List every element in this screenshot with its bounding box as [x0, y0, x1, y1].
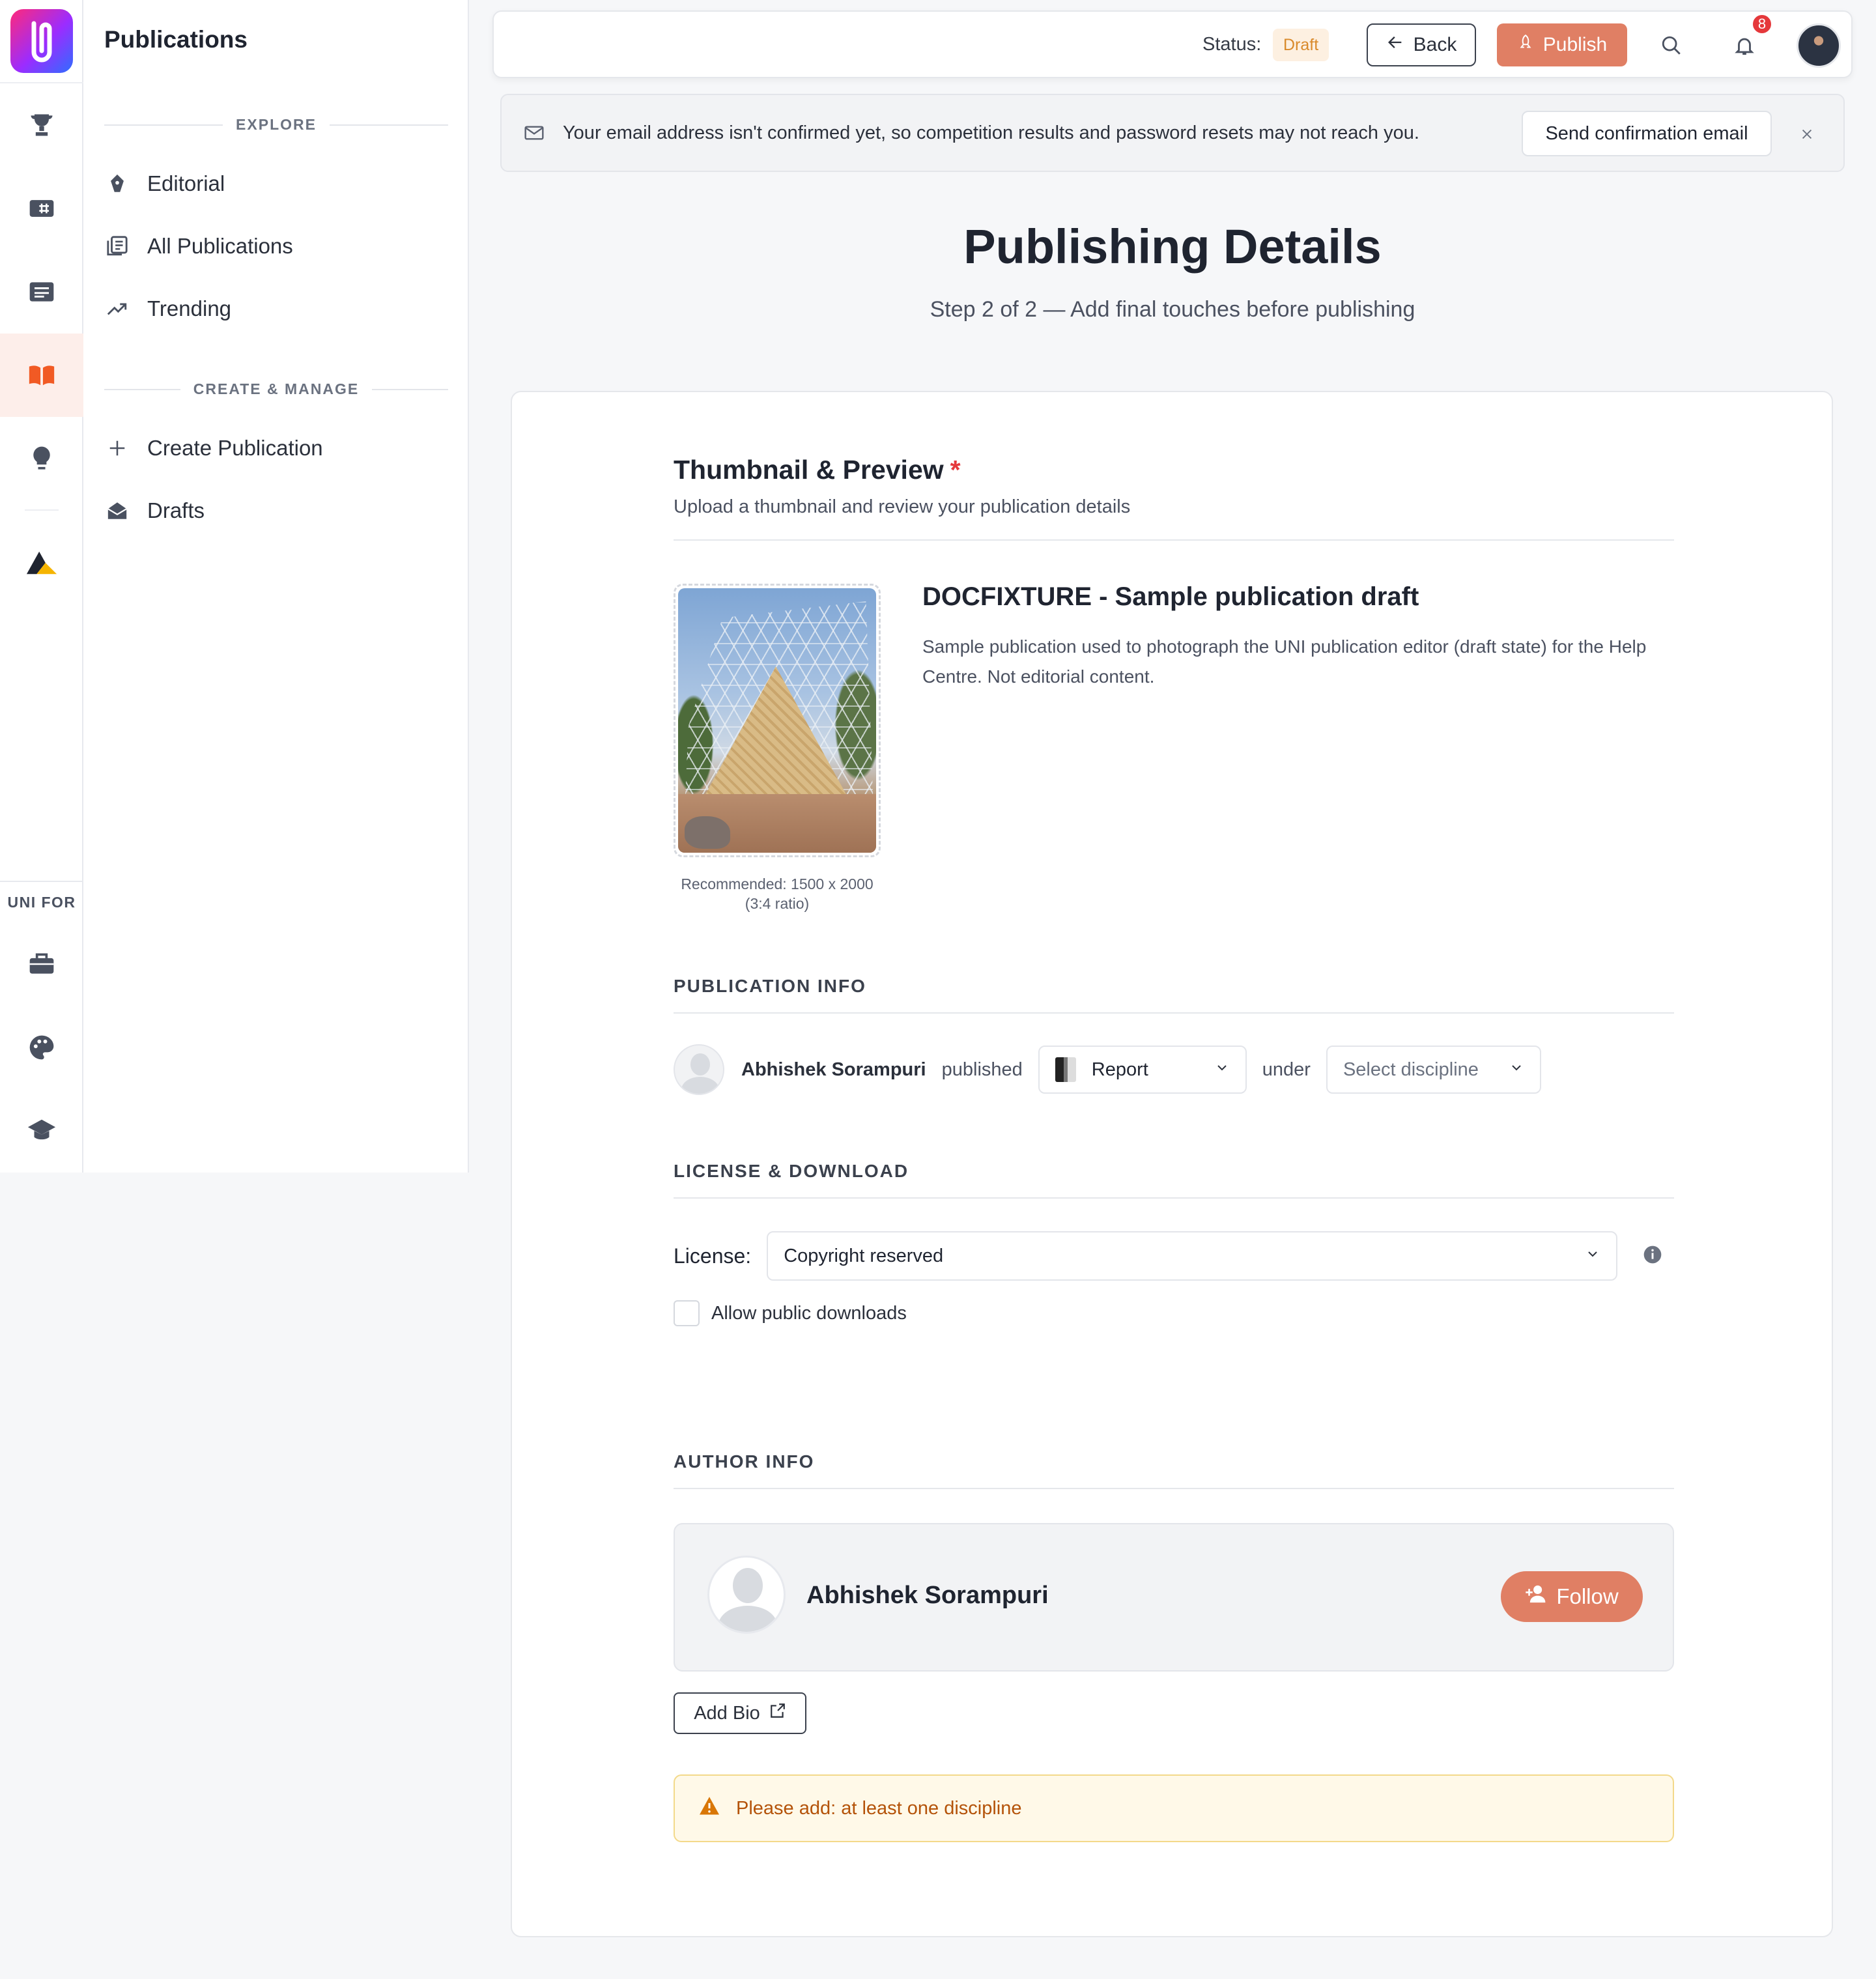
- nav-title: Publications: [104, 26, 248, 53]
- rocket-icon: [1517, 34, 1534, 56]
- briefcase-icon[interactable]: [0, 922, 83, 1006]
- add-bio-button[interactable]: Add Bio: [674, 1692, 806, 1734]
- nav-item-drafts[interactable]: Drafts: [104, 490, 205, 532]
- mail-icon: [524, 122, 545, 147]
- thumbnail-image: [678, 588, 876, 853]
- warning-icon: [698, 1796, 720, 1821]
- chevron-down-icon: [1214, 1059, 1230, 1081]
- pen-nib-icon: [104, 171, 130, 197]
- license-row: License: Copyright reserved: [674, 1231, 1674, 1281]
- publication-title: DOCFIXTURE - Sample publication draft: [922, 582, 1419, 611]
- license-heading: LICENSE & DOWNLOAD: [674, 1161, 909, 1181]
- license-label: License:: [674, 1244, 752, 1268]
- news-icon[interactable]: [0, 167, 83, 250]
- info-icon[interactable]: [1642, 1244, 1663, 1268]
- icon-rail: UNI FOR: [0, 0, 83, 1173]
- articles-icon[interactable]: [0, 250, 83, 334]
- thumbnail-section-subtitle: Upload a thumbnail and review your publi…: [674, 496, 1131, 517]
- author-name[interactable]: Abhishek Sorampuri: [741, 1059, 926, 1081]
- page-subtitle: Step 2 of 2 — Add final touches before p…: [930, 297, 1415, 322]
- publications-book-icon[interactable]: [0, 334, 83, 417]
- required-mark: *: [950, 455, 961, 485]
- search-icon[interactable]: [1657, 31, 1686, 60]
- status-badge: Draft: [1273, 29, 1329, 61]
- chevron-down-icon: [1585, 1246, 1600, 1267]
- palette-icon[interactable]: [0, 1006, 83, 1089]
- banner-message: Your email address isn't confirmed yet, …: [563, 122, 1419, 143]
- explore-section-header: EXPLORE: [104, 116, 449, 134]
- thumbnail-upload[interactable]: [674, 584, 881, 857]
- warning-message: Please add: at least one discipline: [736, 1797, 1022, 1819]
- nav-item-create-publication[interactable]: Create Publication: [104, 427, 323, 469]
- app-logo[interactable]: [10, 9, 73, 73]
- license-select[interactable]: Copyright reserved: [767, 1231, 1618, 1281]
- author-card-name[interactable]: Abhishek Sorampuri: [806, 1582, 1049, 1610]
- thumbnail-section-title: Thumbnail & Preview *: [674, 455, 961, 485]
- publication-type-select[interactable]: Report: [1038, 1046, 1247, 1094]
- back-button[interactable]: Back: [1367, 23, 1476, 66]
- report-type-icon: [1055, 1057, 1076, 1082]
- publication-info-row: Abhishek Sorampuri published Report unde…: [674, 1044, 1541, 1096]
- allow-downloads-row: Allow public downloads: [674, 1300, 907, 1326]
- publication-info-heading: PUBLICATION INFO: [674, 976, 866, 996]
- uni-for-label: UNI FOR: [7, 894, 76, 911]
- arrow-left-icon: [1386, 33, 1404, 57]
- page-title: Publishing Details: [963, 220, 1382, 274]
- chevron-down-icon: [1509, 1059, 1524, 1081]
- graduation-cap-icon[interactable]: [0, 1089, 83, 1173]
- nav-item-all-publications[interactable]: All Publications: [104, 225, 293, 267]
- close-icon[interactable]: [1797, 124, 1817, 145]
- publish-button[interactable]: Publish: [1497, 23, 1627, 66]
- send-confirmation-email-button[interactable]: Send confirmation email: [1522, 111, 1772, 156]
- partner-brand-icon[interactable]: [0, 521, 83, 605]
- trending-icon: [104, 296, 130, 322]
- thumbnail-recommendation: Recommended: 1500 x 2000 (3:4 ratio): [681, 876, 874, 912]
- publications-nav: Publications EXPLORE Editorial All Publi…: [83, 0, 469, 1173]
- author-card: Abhishek Sorampuri Follow: [674, 1523, 1674, 1672]
- divider: [674, 539, 1674, 541]
- notification-count-badge: 8: [1751, 13, 1773, 35]
- manage-section-header: CREATE & MANAGE: [104, 380, 448, 398]
- bell-icon[interactable]: [1730, 31, 1759, 60]
- envelope-open-icon: [104, 498, 130, 524]
- author-card-avatar: [707, 1556, 786, 1634]
- email-confirmation-banner: Your email address isn't confirmed yet, …: [500, 94, 1845, 172]
- ideas-bulb-icon[interactable]: [0, 417, 83, 500]
- follow-button[interactable]: Follow: [1501, 1571, 1643, 1622]
- author-avatar: [674, 1044, 724, 1095]
- competitions-trophy-icon[interactable]: [0, 83, 83, 167]
- person-add-icon: [1525, 1584, 1547, 1609]
- publishing-details-card: Thumbnail & Preview * Upload a thumbnail …: [511, 391, 1833, 1937]
- status-label: Status:: [1202, 34, 1262, 55]
- discipline-select[interactable]: Select discipline: [1326, 1046, 1541, 1094]
- publications-icon: [104, 233, 130, 259]
- allow-downloads-checkbox[interactable]: [674, 1300, 700, 1326]
- top-bar: Status: Draft Back Publish 8: [492, 10, 1853, 78]
- nav-item-trending[interactable]: Trending: [104, 288, 231, 330]
- allow-downloads-label: Allow public downloads: [711, 1302, 907, 1324]
- external-link-icon: [769, 1702, 786, 1724]
- discipline-warning: Please add: at least one discipline: [674, 1774, 1674, 1842]
- plus-icon: [104, 435, 130, 461]
- author-info-heading: AUTHOR INFO: [674, 1451, 815, 1472]
- publication-description: Sample publication used to photograph th…: [922, 636, 1647, 687]
- nav-item-editorial[interactable]: Editorial: [104, 163, 225, 205]
- user-avatar[interactable]: [1797, 23, 1841, 68]
